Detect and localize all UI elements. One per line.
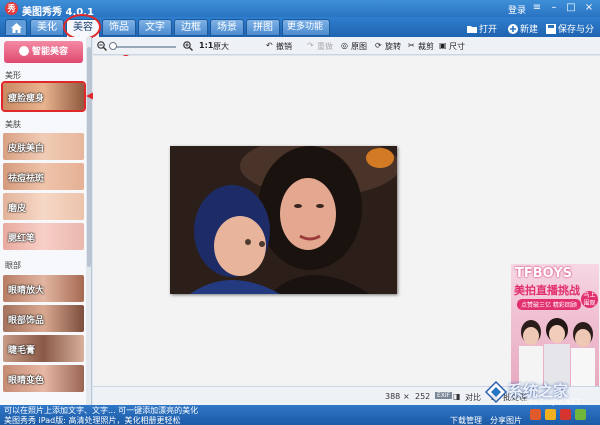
sidebar-item-label: 眼睛变色 xyxy=(8,376,45,386)
ratio-label[interactable]: 1:1 xyxy=(199,41,213,50)
origin-image-button[interactable]: 原图 xyxy=(351,41,367,52)
home-tab[interactable] xyxy=(5,19,27,36)
minimize-button[interactable]: – xyxy=(547,2,561,14)
folder-icon xyxy=(467,26,477,33)
zoom-out-icon[interactable] xyxy=(97,41,107,51)
redo-button[interactable]: 重做 xyxy=(317,41,333,52)
origin-image-icon[interactable]: ◎ xyxy=(341,41,348,50)
download-manager-link[interactable]: 下载管理 xyxy=(450,415,482,425)
crop-button[interactable]: 裁剪 xyxy=(418,41,434,52)
maximize-button[interactable]: □ xyxy=(564,2,578,14)
save-icon xyxy=(546,24,556,34)
watermark-text: 系统之家 xyxy=(508,382,569,400)
crop-icon[interactable]: ✂ xyxy=(408,41,415,50)
edited-photo[interactable] xyxy=(170,146,397,294)
open-label: 打开 xyxy=(479,25,498,35)
sidebar-item-label: 眼睛放大 xyxy=(8,286,45,296)
sidebar-item-label: 祛痘祛斑 xyxy=(8,174,45,184)
ad-title: TFBOYS xyxy=(515,266,573,281)
contrast-button[interactable]: 对比 xyxy=(465,392,481,403)
sidebar-item-label: 腮红笔 xyxy=(8,234,36,244)
smart-beauty-label: 智能美容 xyxy=(31,47,68,57)
share-image-link[interactable]: 分享图片 xyxy=(490,415,522,425)
watermark-logo-icon xyxy=(484,380,508,404)
undo-button[interactable]: 撤销 xyxy=(276,41,292,52)
resize-icon[interactable]: ▣ xyxy=(439,41,447,50)
beauty-sidebar: 智能美容 美形 瘦脸瘦身 美肤 皮肤美白 祛痘祛斑 磨皮 腮红笔 眼部 眼睛放大… xyxy=(0,37,92,405)
tab-text[interactable]: 文字 xyxy=(138,19,172,36)
image-height: 252 xyxy=(415,392,431,401)
close-button[interactable]: × xyxy=(582,2,596,14)
original-size-button[interactable]: 原大 xyxy=(213,41,229,52)
login-link[interactable]: 登录 xyxy=(508,3,526,16)
sidebar-item-lash[interactable]: 睫毛膏 xyxy=(3,335,84,362)
ad-watch-badge[interactable]: 马上围观 xyxy=(581,291,598,308)
app-logo-icon: 秀 xyxy=(5,2,18,15)
site-watermark: 系统之家 XITONGZHIJIA.NET xyxy=(480,376,600,412)
undo-icon[interactable]: ↶ xyxy=(266,41,273,50)
section-skin: 美肤 xyxy=(5,120,21,129)
tab-beautify[interactable]: 美化 xyxy=(30,19,64,36)
rotate-icon[interactable]: ⟳ xyxy=(375,41,382,50)
plus-icon xyxy=(508,24,518,34)
sidebar-item-label: 眼部饰品 xyxy=(8,316,45,326)
redo-icon[interactable]: ↷ xyxy=(307,41,314,50)
sidebar-item-acne[interactable]: 祛痘祛斑 xyxy=(3,163,84,190)
exif-badge[interactable]: EXIF xyxy=(435,392,453,399)
resize-button[interactable]: 尺寸 xyxy=(449,41,465,52)
section-shape: 美形 xyxy=(5,71,21,80)
sidebar-item-label: 皮肤美白 xyxy=(8,144,45,154)
tab-accessories[interactable]: 饰品 xyxy=(102,19,136,36)
image-width: 388 xyxy=(385,392,401,401)
home-icon xyxy=(11,23,22,33)
ad-subtitle: 美拍直播挑战 xyxy=(514,284,580,297)
sidebar-item-blush[interactable]: 腮红笔 xyxy=(3,223,84,250)
zoom-slider-knob[interactable] xyxy=(109,42,117,50)
status-tip-line2[interactable]: 美图秀秀 iPad版: 高清处理照片，美化相册更轻松 xyxy=(4,415,180,425)
tab-frame[interactable]: 边框 xyxy=(174,19,208,36)
ad-pill: 点赞破三亿 精彩回顾 xyxy=(517,299,581,310)
edit-action-bar: 1:1 原大 ↶ 撤销 ↷ 重做 ◎ 原图 ⟳ 旋转 ✂ 裁剪 ▣ 尺寸 xyxy=(93,37,600,55)
sidebar-item-skin-whiten[interactable]: 皮肤美白 xyxy=(3,133,84,160)
new-button[interactable]: 新建 xyxy=(508,22,538,35)
contrast-icon[interactable]: ◨ xyxy=(453,392,461,401)
promo-ad-banner[interactable]: TFBOYS 美拍直播挑战 点赞破三亿 精彩回顾 马上围观 xyxy=(511,264,599,390)
open-button[interactable]: 打开 xyxy=(467,22,497,35)
rotate-button[interactable]: 旋转 xyxy=(385,41,401,52)
dimension-separator: × xyxy=(403,392,410,401)
zoom-slider-track[interactable] xyxy=(111,46,176,48)
sidebar-item-slim[interactable]: 瘦脸瘦身 xyxy=(1,81,86,112)
photo-image xyxy=(170,146,397,294)
tab-scene[interactable]: 场景 xyxy=(210,19,244,36)
sidebar-item-eye-enlarge[interactable]: 眼睛放大 xyxy=(3,275,84,302)
sidebar-item-label: 瘦脸瘦身 xyxy=(8,94,45,104)
tab-collage[interactable]: 拼图 xyxy=(246,19,280,36)
sidebar-item-label: 磨皮 xyxy=(8,204,27,214)
sidebar-item-label: 睫毛膏 xyxy=(8,346,36,356)
face-icon xyxy=(18,46,29,56)
sidebar-item-smooth[interactable]: 磨皮 xyxy=(3,193,84,220)
skin-menu-icon[interactable]: ≡ xyxy=(530,2,544,14)
tab-more-features[interactable]: 更多功能 ▾ xyxy=(282,19,330,47)
sidebar-item-eye-color[interactable]: 眼睛变色 xyxy=(3,365,84,392)
smart-beauty-button[interactable]: 智能美容 xyxy=(4,41,83,63)
sidebar-item-eye-deco[interactable]: 眼部饰品 xyxy=(3,305,84,332)
section-eyes: 眼部 xyxy=(5,261,21,270)
new-label: 新建 xyxy=(520,25,539,35)
watermark-subtext: XITONGZHIJIA.NET xyxy=(510,399,582,406)
zoom-in-icon[interactable] xyxy=(183,41,193,51)
sidebar-scroll-thumb[interactable] xyxy=(87,47,91,267)
